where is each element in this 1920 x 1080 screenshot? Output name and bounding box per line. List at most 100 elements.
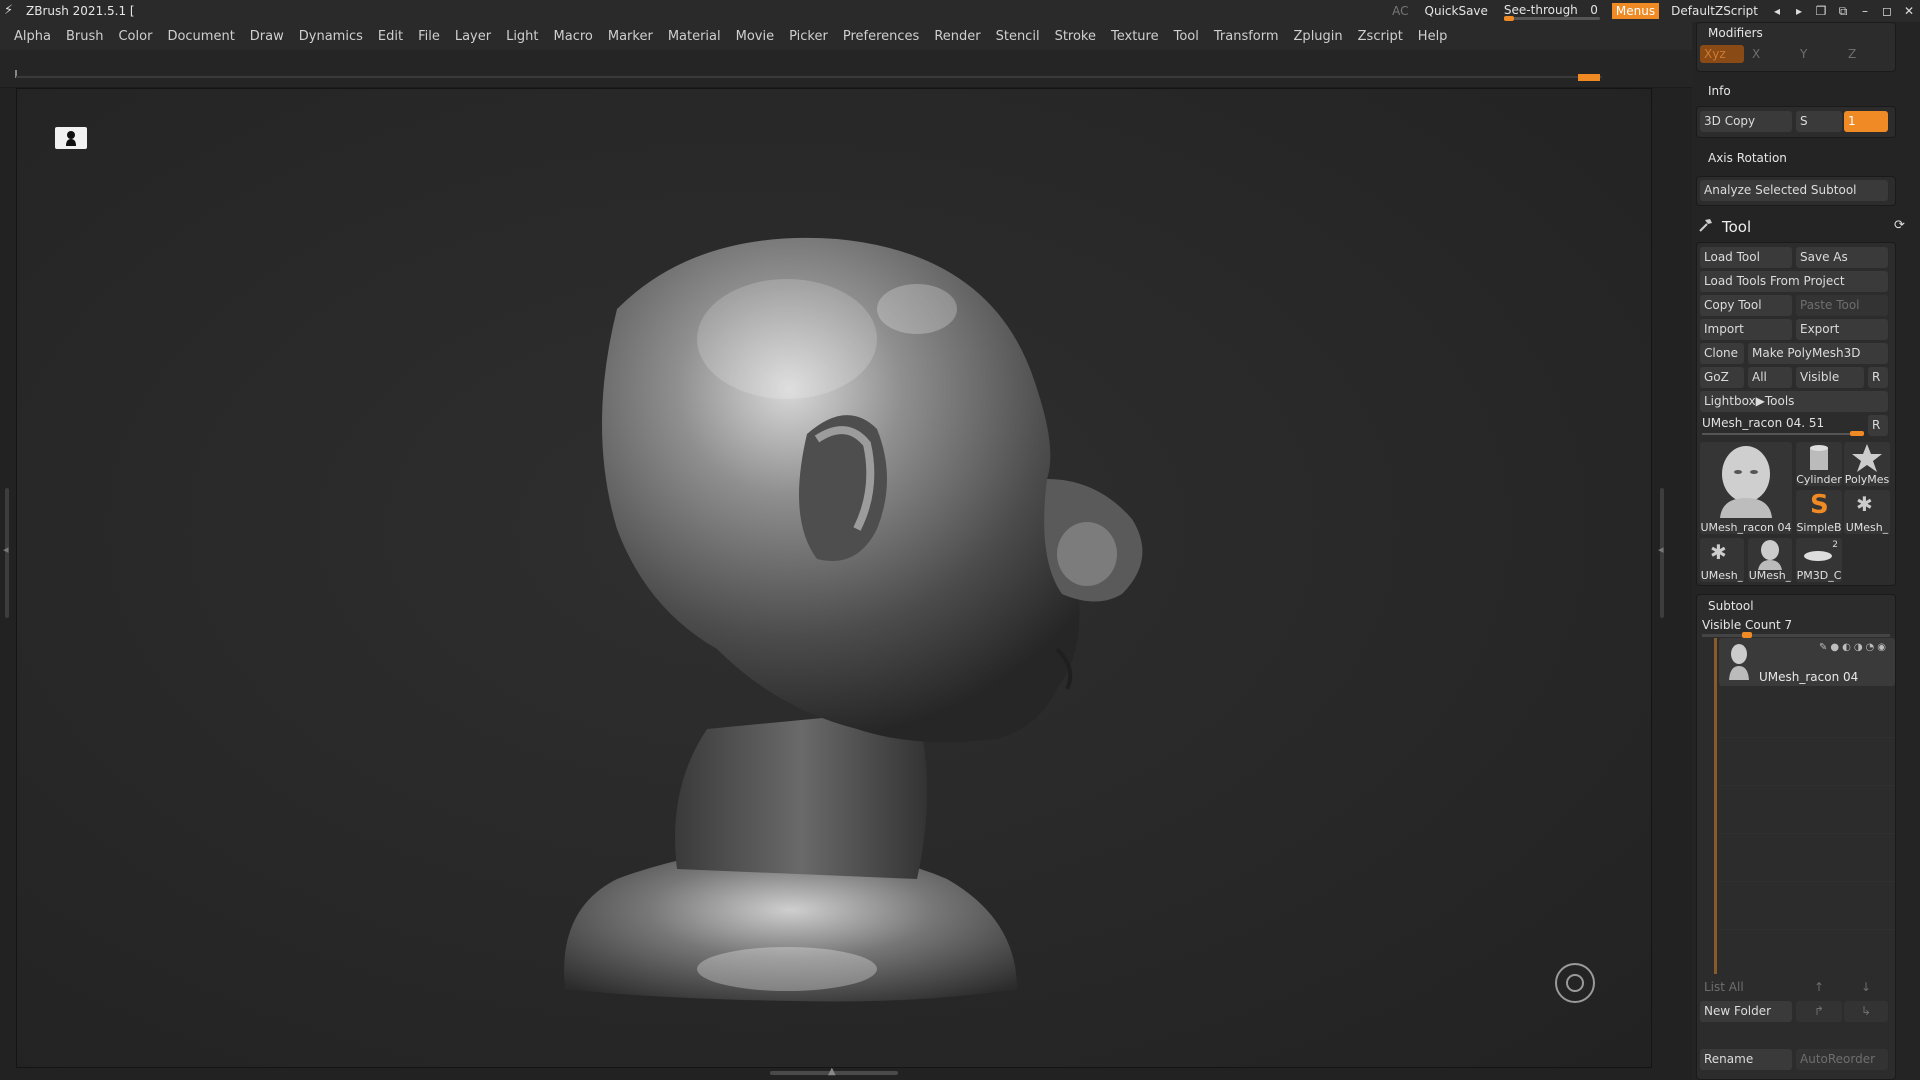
menu-preferences[interactable]: Preferences: [843, 29, 919, 44]
menu-stroke[interactable]: Stroke: [1055, 29, 1096, 44]
clone-button[interactable]: Clone: [1700, 343, 1744, 364]
minimize-icon[interactable]: –: [1854, 4, 1876, 18]
timeline-track[interactable]: [16, 76, 1602, 78]
new-folder-button[interactable]: New Folder: [1700, 1001, 1792, 1022]
menu-texture[interactable]: Texture: [1111, 29, 1159, 44]
tool-thumb-simpleb[interactable]: S SimpleB: [1796, 490, 1842, 534]
menus-button[interactable]: Menus: [1611, 3, 1660, 19]
tool-thumb-umesh-4[interactable]: UMesh_: [1748, 538, 1792, 582]
floor-grid-inner-icon: [1566, 974, 1584, 992]
menu-movie[interactable]: Movie: [736, 29, 774, 44]
current-tool-r-button[interactable]: R: [1868, 415, 1888, 436]
subtool-title[interactable]: Subtool: [1708, 599, 1754, 613]
folder-in-icon[interactable]: ↱: [1796, 1001, 1842, 1022]
menu-file[interactable]: File: [418, 29, 440, 44]
copy-tool-button[interactable]: Copy Tool: [1700, 295, 1792, 316]
move-up-icon[interactable]: ↑: [1796, 977, 1842, 998]
menu-alpha[interactable]: Alpha: [14, 29, 51, 44]
menu-dynamics[interactable]: Dynamics: [299, 29, 363, 44]
maximize-icon[interactable]: ◻: [1876, 4, 1898, 18]
menu-layer[interactable]: Layer: [455, 29, 491, 44]
subtool-empty-slot: [1719, 786, 1895, 834]
menu-picker[interactable]: Picker: [789, 29, 828, 44]
axis-rotation-title[interactable]: Axis Rotation: [1708, 151, 1787, 165]
goz-button[interactable]: GoZ: [1700, 367, 1744, 388]
subtool-toggles-icon[interactable]: ✎●◐◑◔◉: [1819, 642, 1889, 653]
subtool-item[interactable]: ✎●◐◑◔◉ UMesh_racon 04: [1719, 638, 1895, 686]
close-icon[interactable]: ✕: [1898, 4, 1920, 18]
menu-zscript[interactable]: Zscript: [1358, 29, 1403, 44]
tool-thumb-label: UMesh_: [1748, 569, 1792, 582]
default-zscript-button[interactable]: DefaultZScript: [1671, 4, 1758, 18]
goz-visible-button[interactable]: Visible: [1796, 367, 1864, 388]
s-value-input[interactable]: 1: [1844, 111, 1888, 132]
xyz-modifier-button[interactable]: Xyz: [1700, 45, 1744, 63]
menu-material[interactable]: Material: [668, 29, 721, 44]
see-through-slider[interactable]: See-through 0: [1503, 0, 1600, 22]
rename-button[interactable]: Rename: [1700, 1049, 1792, 1070]
window-layout-alt-icon[interactable]: ⧉: [1832, 4, 1854, 19]
current-tool-slider-track[interactable]: [1702, 433, 1862, 435]
menu-marker[interactable]: Marker: [608, 29, 653, 44]
visible-count-track[interactable]: [1702, 634, 1890, 637]
z-modifier-button[interactable]: Z: [1844, 45, 1888, 63]
folder-out-icon[interactable]: ↳: [1844, 1001, 1888, 1022]
menu-stencil[interactable]: Stencil: [996, 29, 1040, 44]
menu-document[interactable]: Document: [167, 29, 234, 44]
info-title[interactable]: Info: [1708, 84, 1731, 98]
import-button[interactable]: Import: [1700, 319, 1792, 340]
analyze-subtool-button[interactable]: Analyze Selected Subtool: [1700, 180, 1888, 201]
modifiers-title[interactable]: Modifiers: [1708, 26, 1763, 40]
menu-edit[interactable]: Edit: [378, 29, 403, 44]
tool-palette-header[interactable]: Tool ⟳: [1692, 213, 1920, 239]
menu-help[interactable]: Help: [1418, 29, 1448, 44]
save-as-button[interactable]: Save As: [1796, 247, 1888, 268]
tool-thumb-label: UMesh_racon 04: [1700, 521, 1792, 534]
ac-toggle[interactable]: AC: [1392, 4, 1408, 18]
refresh-icon[interactable]: ⟳: [1894, 218, 1905, 233]
x-modifier-button[interactable]: X: [1748, 45, 1792, 63]
goz-r-button[interactable]: R: [1868, 367, 1888, 388]
move-down-icon[interactable]: ↓: [1844, 977, 1888, 998]
list-all-button[interactable]: List All: [1700, 977, 1792, 998]
y-modifier-button[interactable]: Y: [1796, 45, 1840, 63]
auto-reorder-button[interactable]: AutoReorder: [1796, 1049, 1888, 1070]
quicksave-button[interactable]: QuickSave: [1425, 4, 1488, 18]
lightbox-tools-button[interactable]: Lightbox▶Tools: [1700, 391, 1888, 412]
menu-light[interactable]: Light: [506, 29, 538, 44]
expand-right-tray-icon[interactable]: ◂: [1658, 543, 1664, 556]
expand-bottom-tray-icon[interactable]: ▲: [828, 1066, 836, 1077]
tool-thumb-umesh-2[interactable]: ✱ UMesh_: [1844, 490, 1890, 534]
load-tool-button[interactable]: Load Tool: [1700, 247, 1792, 268]
menu-color[interactable]: Color: [118, 29, 152, 44]
menu-brush[interactable]: Brush: [66, 29, 104, 44]
layout-next-icon[interactable]: ▸: [1788, 4, 1810, 18]
menu-draw[interactable]: Draw: [250, 29, 284, 44]
menu-render[interactable]: Render: [934, 29, 980, 44]
menu-transform[interactable]: Transform: [1214, 29, 1279, 44]
layout-prev-icon[interactable]: ◂: [1766, 4, 1788, 18]
load-tools-from-project-button[interactable]: Load Tools From Project: [1700, 271, 1888, 292]
make-polymesh-button[interactable]: Make PolyMesh3D: [1748, 343, 1888, 364]
tool-thumb-umesh-3[interactable]: ✱ UMesh_: [1700, 538, 1744, 582]
menu-tool[interactable]: Tool: [1174, 29, 1199, 44]
see-through-knob[interactable]: [1503, 16, 1514, 21]
current-tool-slider-knob[interactable]: [1850, 431, 1864, 436]
tool-thumb-umesh-racon[interactable]: UMesh_racon 04: [1700, 442, 1792, 534]
goz-all-button[interactable]: All: [1748, 367, 1792, 388]
3d-copy-button[interactable]: 3D Copy: [1700, 111, 1792, 132]
current-tool-label: UMesh_racon 04. 51: [1702, 416, 1825, 430]
menu-macro[interactable]: Macro: [554, 29, 593, 44]
menu-zplugin[interactable]: Zplugin: [1294, 29, 1343, 44]
export-button[interactable]: Export: [1796, 319, 1888, 340]
tool-thumb-pm3d[interactable]: 2 PM3D_C: [1796, 538, 1842, 582]
sculpted-head-model[interactable]: [17, 89, 1652, 1068]
expand-left-tray-icon[interactable]: ◂: [3, 543, 9, 556]
paste-tool-button[interactable]: Paste Tool: [1796, 295, 1888, 316]
tool-thumb-polymesh[interactable]: PolyMes: [1844, 442, 1890, 486]
tool-thumb-cylinder[interactable]: Cylinder: [1796, 442, 1842, 486]
floor-grid-toggle[interactable]: [1555, 963, 1595, 1003]
window-layout-icon[interactable]: ❐: [1810, 4, 1832, 18]
timeline-marker[interactable]: [1578, 74, 1600, 81]
document-canvas[interactable]: [16, 88, 1652, 1068]
